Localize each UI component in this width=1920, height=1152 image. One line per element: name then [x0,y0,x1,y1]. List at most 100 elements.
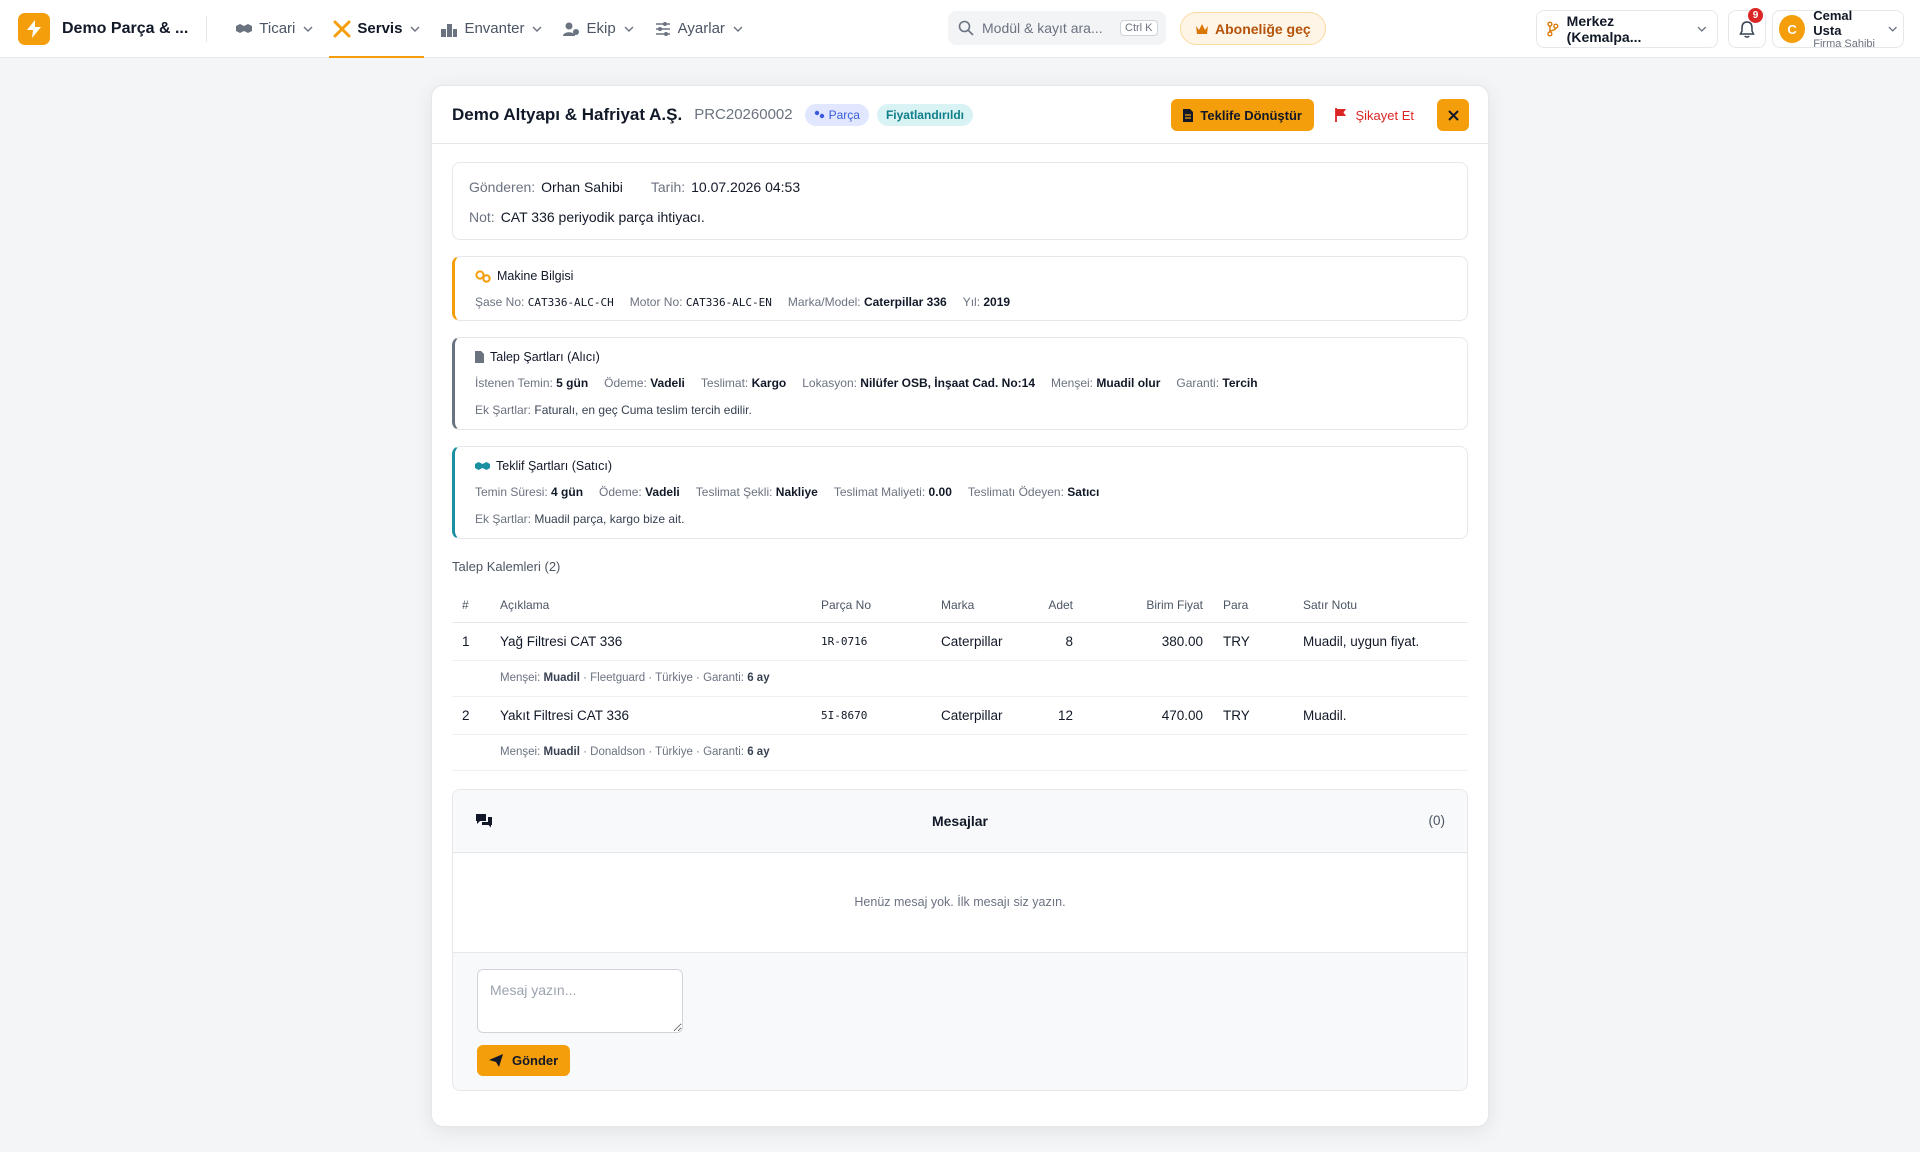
upgrade-button[interactable]: Aboneliğe geç [1180,12,1326,45]
extra-terms: Ek Şartlar: Faturalı, en geç Cuma teslim… [475,403,752,418]
nav-item-ekip[interactable]: Ekip [552,0,643,58]
term-value: Kargo [751,376,787,390]
term-label: Temin Süresi: [475,485,548,499]
type-badge: Parça [804,103,869,126]
send-label: Gönder [512,1052,559,1068]
term-field: Teslimat Maliyeti: 0.00 [834,485,952,500]
close-button[interactable] [1437,99,1469,131]
extra-terms: Ek Şartlar: Muadil parça, kargo bize ait… [475,512,684,527]
nav-item-envanter[interactable]: Envanter [430,0,552,58]
git-branch-icon [1547,21,1559,37]
cell-brand: Caterpillar [931,622,1031,661]
document-icon [475,351,484,363]
cell-unit-price: 470.00 [1083,696,1213,735]
user-menu[interactable]: C Cemal Usta Firma Sahibi [1772,8,1904,50]
brand[interactable]: Demo Parça & ... [18,12,188,45]
cell-line-note: Muadil, uygun fiyat. [1293,622,1468,661]
chat-bubbles-icon [476,814,492,828]
col-description: Açıklama [490,588,811,623]
origin-value: Muadil [543,746,580,758]
term-value: Tercih [1222,376,1258,390]
maker-value: Fleetguard [590,672,646,684]
chevron-down-icon [532,26,542,32]
cell-qty: 8 [1031,622,1083,661]
paper-plane-icon [489,1053,503,1067]
table-row: 1 Yağ Filtresi CAT 336 1R-0716 Caterpill… [452,622,1468,661]
handshake-icon [235,20,253,38]
row-details: Menşei: Muadil · Donaldson · Türkiye · G… [490,734,1468,771]
request-code: PRC20260002 [694,106,793,123]
year-value: 2019 [983,295,1011,309]
table-header-row: # Açıklama Parça No Marka Adet Birim Fiy… [452,588,1468,623]
convert-to-offer-button[interactable]: Teklife Dönüştür [1171,99,1314,131]
nav-label: Ekip [586,20,616,37]
global-search[interactable]: Ctrl K [948,11,1166,45]
send-button[interactable]: Gönder [477,1044,571,1076]
user-role: Firma Sahibi [1813,37,1875,50]
machine-info-card: Makine Bilgisi Şase No: CAT336-ALC-CH Mo… [452,256,1468,321]
chassis-value: CAT336-ALC-CH [527,296,614,309]
offer-terms-label: Teklif Şartları (Satıcı) [496,459,612,473]
nav-label: Ticari [259,20,296,37]
col-line-note: Satır Notu [1293,588,1468,623]
date-label: Tarih: [650,179,686,195]
search-icon [958,20,974,36]
message-compose: Gönder [453,952,1467,1090]
term-value: 0.00 [928,485,952,499]
request-terms-card: Talep Şartları (Alıcı) İstenen Temin: 5 … [452,337,1468,430]
chevron-down-icon [410,26,420,32]
chevron-down-icon [303,26,313,32]
branch-selector[interactable]: Merkez (Kemalpa... [1536,10,1718,48]
term-label: İstenen Temin: [475,376,553,390]
term-label: Garanti: [1176,376,1220,390]
bell-icon [1739,20,1755,38]
nav-item-ticari[interactable]: Ticari [225,0,323,58]
nav-divider [206,15,208,42]
cell-part-no: 5I-8670 [811,696,931,735]
extra-value: Faturalı, en geç Cuma teslim tercih edil… [534,403,752,417]
warranty-value: 6 ay [747,746,770,758]
notification-count-badge: 9 [1748,8,1763,23]
term-label: Menşei: [1051,376,1094,390]
nav-item-servis[interactable]: Servis [323,0,430,58]
term-value: Vadeli [645,485,680,499]
note-value: CAT 336 periyodik parça ihtiyacı. [500,209,705,225]
offer-extra-terms: Ek Şartlar: Muadil parça, kargo bize ait… [475,512,1447,527]
complain-button[interactable]: Şikayet Et [1329,99,1420,131]
extra-label: Ek Şartlar: [475,403,532,417]
notifications-button[interactable]: 9 [1728,8,1766,48]
lightning-logo-icon [18,12,50,45]
chassis-field: Şase No: CAT336-ALC-CH [475,295,614,310]
convert-label: Teklife Dönüştür [1200,107,1302,123]
country-value: Türkiye [655,672,693,684]
modal-body: Gönderen: Orhan Sahibi Tarih: 10.07.2026… [432,144,1488,1091]
term-field: Teslimatı Ödeyen: Satıcı [968,485,1099,500]
offer-terms-fields: Temin Süresi: 4 gün Ödeme: Vadeli Teslim… [475,485,1447,500]
engine-label: Motor No: [629,295,683,309]
row-details: Menşei: Muadil · Fleetguard · Türkiye · … [490,660,1468,697]
items-table: # Açıklama Parça No Marka Adet Birim Fiy… [452,588,1468,771]
offer-terms-title: Teklif Şartları (Satıcı) [475,459,1447,473]
search-input[interactable] [982,20,1112,36]
request-terms-title: Talep Şartları (Alıcı) [475,350,1447,364]
nav-item-ayarlar[interactable]: Ayarlar [644,0,753,58]
col-index: # [452,588,490,623]
chevron-down-icon [624,26,634,32]
term-label: Lokasyon: [802,376,857,390]
col-unit-price: Birim Fiyat [1083,588,1213,623]
upgrade-label: Aboneliğe geç [1215,20,1311,37]
term-value: Nilüfer OSB, İnşaat Cad. No:14 [860,376,1035,390]
col-qty: Adet [1031,588,1083,623]
term-field: Menşei: Muadil olur [1051,376,1160,391]
offer-terms-card: Teklif Şartları (Satıcı) Temin Süresi: 4… [452,446,1468,539]
warehouse-icon [440,20,458,38]
cell-currency: TRY [1213,696,1293,735]
term-label: Teslimat: [700,376,749,390]
warranty-value: 6 ay [747,672,770,684]
message-input[interactable] [477,968,683,1033]
request-terms-fields: İstenen Temin: 5 gün Ödeme: Vadeli Tesli… [475,376,1447,391]
country-value: Türkiye [655,746,693,758]
year-label: Yıl: [962,295,981,309]
term-field: Ödeme: Vadeli [604,376,685,391]
modal-header: Demo Altyapı & Hafriyat A.Ş. PRC20260002… [432,86,1488,144]
